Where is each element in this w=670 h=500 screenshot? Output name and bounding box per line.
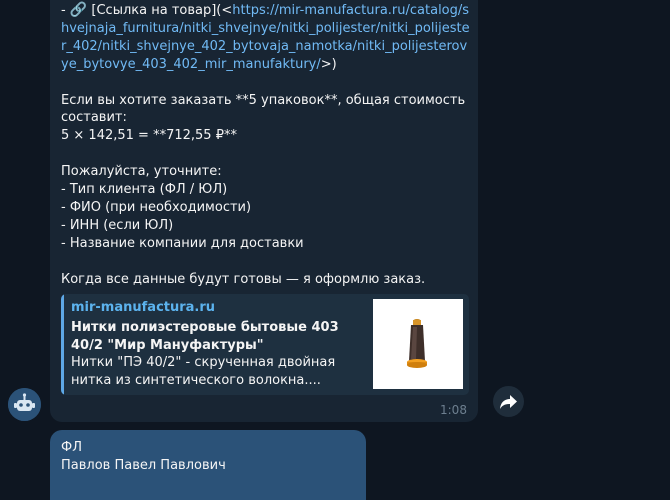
clarify-item: - Название компании для доставки	[61, 235, 304, 251]
reply-line-2: Павлов Павел Павлович	[61, 458, 226, 473]
order-line: Если вы хотите заказать **5 упаковок**, …	[61, 92, 470, 126]
preview-description: Нитки "ПЭ 40/2" - скрученная двойная нит…	[71, 355, 336, 388]
preview-site-name[interactable]: mir-manufactura.ru	[71, 300, 215, 315]
link-preview[interactable]: mir-manufactura.ru Нитки полиэстеровые б…	[61, 294, 469, 395]
line-prefix: -	[61, 3, 70, 18]
clarify-item: - ФИО (при необходимости)	[61, 199, 252, 215]
share-icon	[500, 395, 517, 409]
link-suffix: >)	[320, 56, 337, 72]
message-time: 1:08	[440, 403, 467, 417]
bot-avatar-icon[interactable]	[8, 388, 41, 421]
clarify-item: - Тип клиента (ФЛ / ЮЛ)	[61, 182, 228, 198]
message-text: - 🔗 [Ссылка на товар](<https://mir-manuf…	[61, 2, 473, 289]
price-line: 5 × 142,51 = **712,55 ₽**	[61, 128, 237, 144]
thread-spool-icon	[373, 299, 463, 389]
preview-accent-bar	[61, 294, 64, 395]
clarify-item: - ИНН (если ЮЛ)	[61, 217, 174, 233]
share-button[interactable]	[493, 386, 524, 417]
clarify-heading: Пожалуйста, уточните:	[61, 164, 222, 180]
closing-line: Когда все данные будут готовы — я оформл…	[61, 271, 426, 287]
link-icon: 🔗	[69, 2, 88, 18]
reply-line-1: ФЛ	[61, 440, 82, 455]
preview-title: Нитки полиэстеровые бытовые 403 40/2 "Ми…	[71, 320, 339, 353]
bot-face-icon	[8, 388, 41, 421]
preview-thumbnail[interactable]	[373, 299, 463, 389]
link-label: [Ссылка на товар](<	[87, 3, 233, 18]
